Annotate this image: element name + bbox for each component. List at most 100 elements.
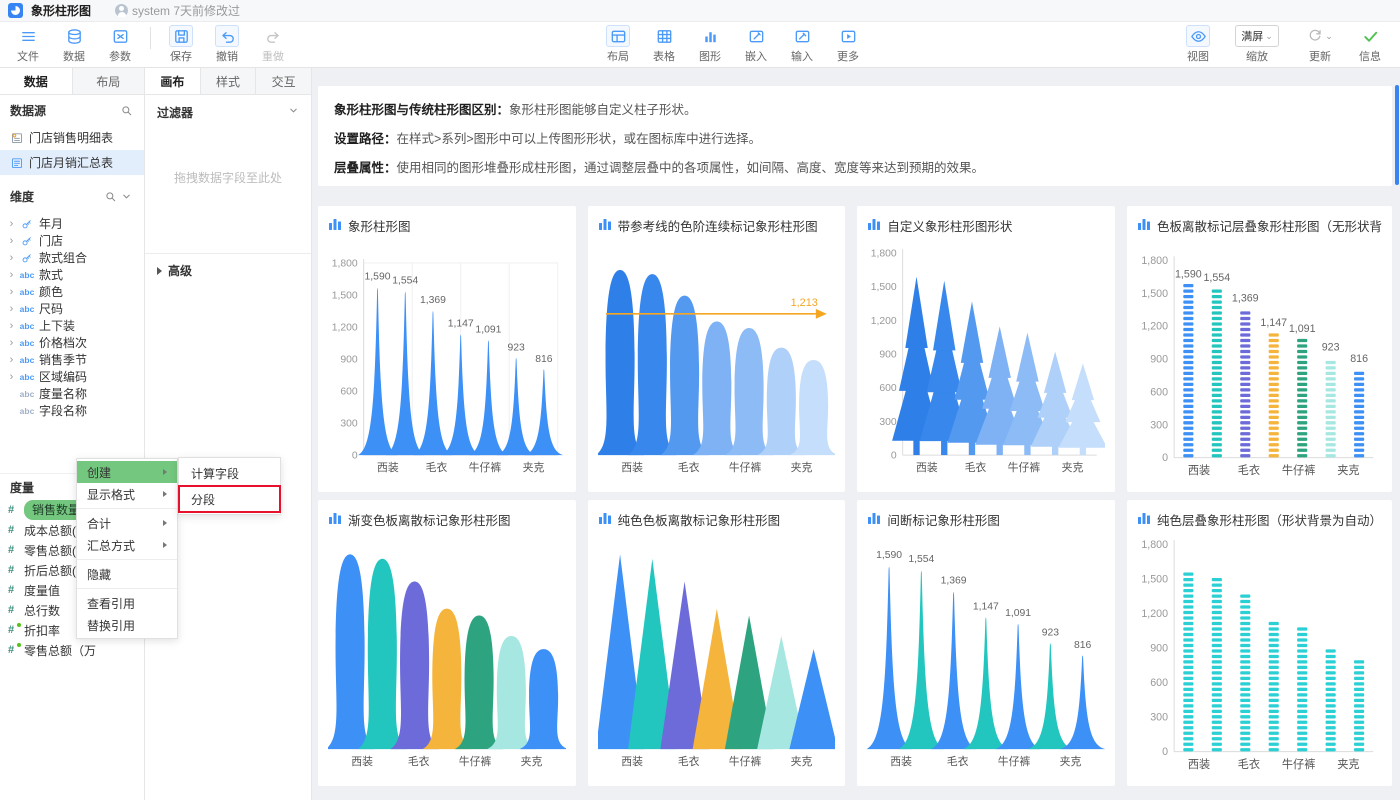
chart-card[interactable]: 渐变色板离散标记象形柱形图西装毛衣牛仔裤夹克 — [318, 500, 576, 786]
scrollbar-thumb[interactable] — [1395, 85, 1399, 185]
calc-dot-icon — [17, 623, 21, 627]
expand-chevron-icon[interactable]: › — [6, 235, 17, 247]
submenu-item-计算字段[interactable]: 计算字段 — [179, 460, 280, 486]
expand-chevron-icon[interactable]: › — [6, 337, 17, 349]
dimension-row[interactable]: ›abc款式 — [0, 266, 144, 283]
user-info: system 7天前修改过 — [115, 2, 240, 19]
expand-chevron-icon[interactable]: › — [6, 252, 17, 264]
view-button[interactable]: 视图 — [1180, 25, 1216, 64]
dimension-row[interactable]: ›款式组合 — [0, 249, 144, 266]
search-icon[interactable] — [102, 188, 118, 204]
search-icon[interactable] — [118, 102, 134, 118]
expand-chevron-icon[interactable]: › — [6, 320, 17, 332]
submenu-item-分段[interactable]: 分段 — [179, 486, 280, 512]
chevron-down-icon: ⌄ — [1265, 31, 1273, 42]
menu-item-合计[interactable]: 合计 — [77, 512, 177, 534]
dimension-row[interactable]: ›abc区域编码 — [0, 368, 144, 385]
chart-card[interactable]: 间断标记象形柱形图1,5901,5541,3691,1471,091923816… — [857, 500, 1115, 786]
输入-button[interactable]: 输入 — [784, 25, 820, 64]
hash-icon: # — [8, 524, 24, 536]
zoom-value: 满屏 — [1241, 28, 1263, 44]
tab-画布[interactable]: 画布 — [145, 68, 201, 94]
zoom-control[interactable]: 满屏 ⌄ 缩放 — [1226, 25, 1288, 64]
dimension-row[interactable]: abc度量名称 — [0, 385, 144, 402]
filter-dropzone[interactable]: 拖拽数据字段至此处 — [145, 129, 311, 225]
svg-text:816: 816 — [1074, 640, 1092, 651]
abc-label: abc — [20, 389, 35, 399]
zoom-dropdown[interactable]: 满屏 ⌄ — [1235, 25, 1279, 47]
chart-card[interactable]: 自定义象形柱形图形状03006009001,2001,5001,800西装毛衣牛… — [857, 206, 1115, 492]
svg-text:1,590: 1,590 — [365, 271, 391, 282]
redo-icon — [261, 25, 285, 47]
更多-button[interactable]: 更多 — [830, 25, 866, 64]
expand-chevron-icon[interactable]: › — [6, 371, 17, 383]
数据-button[interactable]: 数据 — [56, 25, 92, 64]
dimension-row[interactable]: ›年月 — [0, 215, 144, 232]
menu-item-label: 替换引用 — [87, 617, 135, 634]
chart-card[interactable]: 带参考线的色阶连续标记象形柱形图1,213西装毛衣牛仔裤夹克 — [588, 206, 846, 492]
dimension-row[interactable]: ›abc尺码 — [0, 300, 144, 317]
create-submenu: 计算字段分段 — [178, 457, 281, 515]
撤销-button[interactable]: 撤销 — [209, 25, 245, 64]
table-item[interactable]: 门店销售明细表 — [0, 125, 144, 150]
图形-button[interactable]: 图形 — [692, 25, 728, 64]
menu-item-创建[interactable]: 创建 — [77, 461, 177, 483]
info-button[interactable]: 信息 — [1352, 25, 1388, 64]
params-icon — [108, 25, 132, 47]
expand-chevron-icon[interactable]: › — [6, 218, 17, 230]
chevron-down-icon[interactable] — [288, 105, 299, 119]
dimension-row[interactable]: ›abc上下装 — [0, 317, 144, 334]
chart-card[interactable]: 纯色色板离散标记象形柱形图西装毛衣牛仔裤夹克 — [588, 500, 846, 786]
update-button[interactable]: ⌄ 更新 — [1298, 25, 1342, 64]
svg-text:816: 816 — [535, 354, 553, 365]
svg-text:夹克: 夹克 — [523, 461, 545, 474]
table-item[interactable]: 门店月销汇总表 — [0, 150, 144, 175]
tab-数据[interactable]: 数据 — [0, 68, 73, 94]
文件-button[interactable]: 文件 — [10, 25, 46, 64]
表格-button[interactable]: 表格 — [646, 25, 682, 64]
嵌入-button[interactable]: 嵌入 — [738, 25, 774, 64]
参数-button[interactable]: 参数 — [102, 25, 138, 64]
table-name: 门店销售明细表 — [29, 129, 113, 146]
chevron-down-icon[interactable]: ⌄ — [1325, 31, 1333, 42]
abc-icon: abc — [17, 304, 37, 314]
chart-title: 间断标记象形柱形图 — [887, 510, 1000, 529]
tab-交互[interactable]: 交互 — [256, 68, 311, 94]
expand-chevron-icon[interactable]: › — [6, 354, 17, 366]
svg-text:1,200: 1,200 — [332, 322, 358, 333]
menu-item-隐藏[interactable]: 隐藏 — [77, 563, 177, 585]
tab-布局[interactable]: 布局 — [73, 68, 145, 94]
布局-button[interactable]: 布局 — [600, 25, 636, 64]
dimension-row[interactable]: ›门店 — [0, 232, 144, 249]
toolbar-button-label: 保存 — [170, 48, 192, 64]
expand-chevron-icon[interactable]: › — [6, 303, 17, 315]
svg-text:900: 900 — [1150, 642, 1168, 654]
svg-text:0: 0 — [1162, 452, 1168, 464]
dimension-row[interactable]: ›abc价格档次 — [0, 334, 144, 351]
svg-text:1,091: 1,091 — [475, 325, 501, 336]
chart-plot: 西装毛衣牛仔裤夹克 — [598, 530, 836, 778]
chart-card[interactable]: 色板离散标记层叠象形柱形图（无形状背03006009001,2001,5001,… — [1127, 206, 1392, 492]
menu-item-查看引用[interactable]: 查看引用 — [77, 592, 177, 614]
保存-button[interactable]: 保存 — [163, 25, 199, 64]
tab-样式[interactable]: 样式 — [201, 68, 257, 94]
menu-item-替换引用[interactable]: 替换引用 — [77, 614, 177, 636]
dimension-row[interactable]: ›abc颜色 — [0, 283, 144, 300]
svg-text:600: 600 — [340, 386, 358, 397]
menu-item-汇总方式[interactable]: 汇总方式 — [77, 534, 177, 556]
chevron-down-icon[interactable] — [118, 188, 134, 204]
chart-card[interactable]: 纯色层叠象形柱形图（形状背景为自动）03006009001,2001,5001,… — [1127, 500, 1392, 786]
svg-text:毛衣: 毛衣 — [677, 754, 699, 768]
expand-chevron-icon[interactable]: › — [6, 269, 17, 281]
chart-card[interactable]: 象形柱形图03006009001,2001,5001,8001,5901,554… — [318, 206, 576, 492]
advanced-toggle[interactable]: 高级 — [145, 253, 311, 287]
menu-divider — [77, 559, 177, 560]
expand-chevron-icon[interactable]: › — [6, 286, 17, 298]
dimension-row[interactable]: ›abc销售季节 — [0, 351, 144, 368]
measure-row[interactable]: #零售总额（万 — [0, 640, 144, 660]
menu-item-显示格式[interactable]: 显示格式 — [77, 483, 177, 505]
bar-chart-icon — [867, 511, 881, 528]
svg-text:西装: 西装 — [351, 755, 373, 768]
svg-text:毛衣: 毛衣 — [947, 754, 969, 768]
dimension-row[interactable]: abc字段名称 — [0, 402, 144, 419]
